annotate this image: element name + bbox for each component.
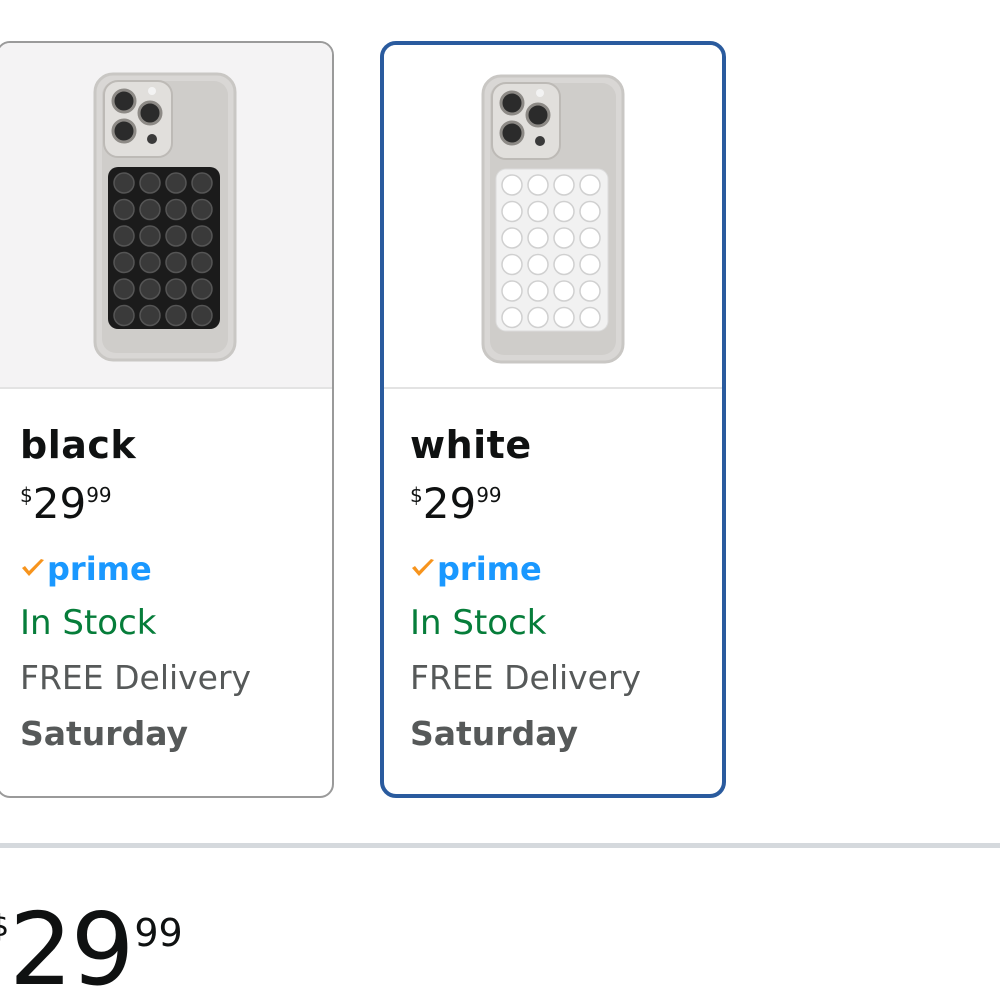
- variant-color-name: black: [20, 423, 137, 467]
- prime-label: prime: [437, 550, 542, 588]
- prime-check-icon: [22, 559, 44, 576]
- price-symbol: $: [410, 483, 423, 507]
- phone-case-image: [481, 74, 625, 364]
- variant-price: $ 29 99: [20, 481, 332, 529]
- prime-badge: prime: [410, 549, 722, 589]
- section-divider: [0, 843, 1000, 848]
- summary-price-symbol: $: [0, 910, 9, 944]
- delivery-text: FREE Delivery: [20, 658, 252, 697]
- delivery-day: Saturday: [20, 714, 188, 753]
- phone-case-image: [93, 72, 237, 362]
- summary-price-whole: 29: [9, 891, 134, 1000]
- stock-status: In Stock: [410, 603, 547, 643]
- variant-color-name: white: [410, 423, 532, 467]
- delivery-text: FREE Delivery: [410, 658, 642, 697]
- price-fraction: 99: [86, 483, 112, 507]
- delivery-day: Saturday: [410, 714, 578, 753]
- variant-card-white[interactable]: white $ 29 99 prime In Stock FREE Delive…: [380, 41, 726, 798]
- prime-badge: prime: [20, 549, 332, 589]
- price-whole: 29: [422, 479, 477, 528]
- stock-status: In Stock: [20, 603, 157, 643]
- prime-label: prime: [47, 550, 152, 588]
- variant-price: $ 29 99: [410, 481, 722, 529]
- variant-card-black[interactable]: black $ 29 99 prime In Stock FREE Delive…: [0, 41, 334, 798]
- prime-check-icon: [412, 559, 434, 576]
- product-image-white: [384, 45, 722, 389]
- summary-price-fraction: 99: [134, 911, 183, 955]
- price-symbol: $: [20, 483, 33, 507]
- product-image-black: [0, 43, 332, 389]
- price-fraction: 99: [476, 483, 502, 507]
- variant-selector: black $ 29 99 prime In Stock FREE Delive…: [0, 0, 1000, 1000]
- summary-price: $ 29 99: [0, 900, 183, 1000]
- price-whole: 29: [32, 479, 87, 528]
